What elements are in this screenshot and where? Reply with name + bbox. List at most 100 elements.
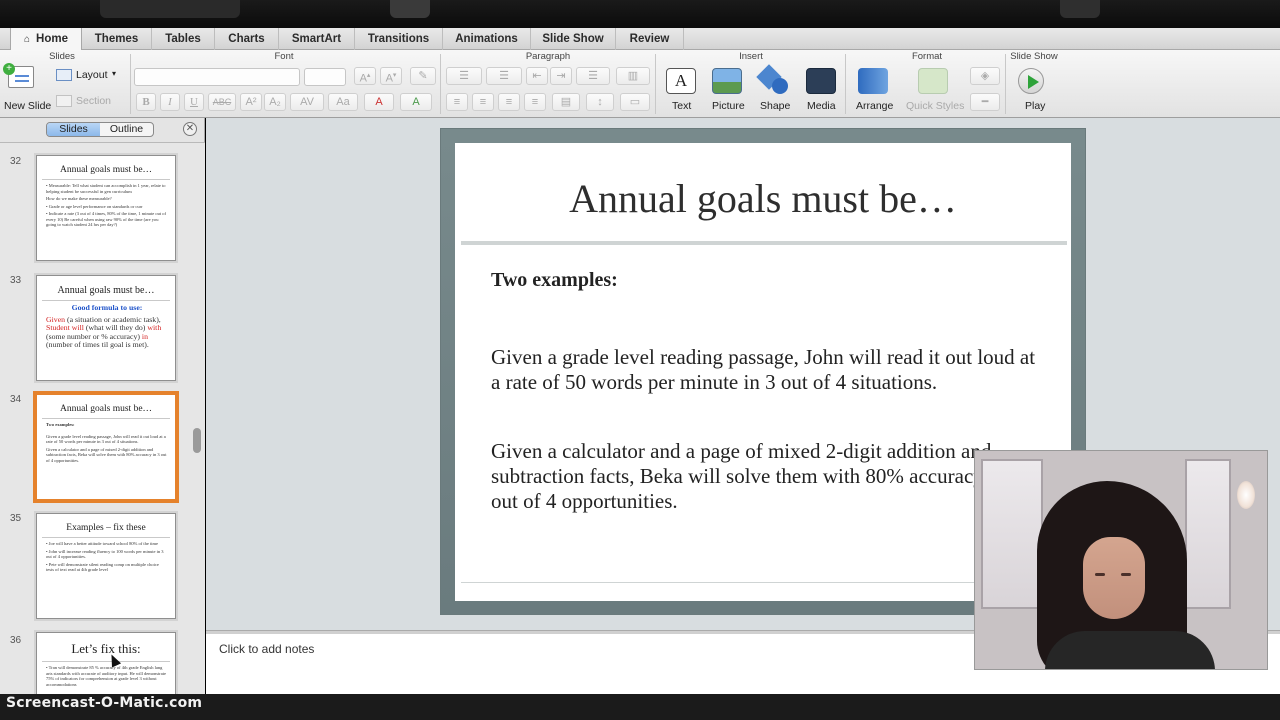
section-button[interactable]: Section xyxy=(56,94,122,110)
tab-outline[interactable]: Outline xyxy=(100,123,153,136)
arrange-button[interactable]: Arrange xyxy=(852,64,902,114)
text-direction-button[interactable]: ↕ xyxy=(586,93,614,111)
clear-format-button[interactable]: ✎ xyxy=(410,67,436,85)
thumb-text: Given a grade level reading passage, Joh… xyxy=(46,433,166,445)
slide-title[interactable]: Annual goals must be… xyxy=(455,175,1071,222)
subscript-button[interactable]: A₂ xyxy=(264,93,286,111)
grow-font-button[interactable]: A▴ xyxy=(354,67,376,85)
tab-transitions[interactable]: Transitions xyxy=(355,28,443,50)
tab-home[interactable]: ⌂ Home xyxy=(10,28,82,51)
text-box-icon: A xyxy=(666,68,696,94)
justify-button[interactable]: ≡ xyxy=(524,93,546,111)
tab-smartart[interactable]: SmartArt xyxy=(279,28,355,50)
highlight-button[interactable]: A xyxy=(400,93,432,111)
tab-charts[interactable]: Charts xyxy=(215,28,279,50)
columns-button[interactable]: ▥ xyxy=(616,67,650,85)
group-title-font: Font xyxy=(274,51,294,62)
insert-picture-button[interactable]: Picture xyxy=(706,64,752,114)
align-right-button[interactable]: ≡ xyxy=(498,93,520,111)
align-center-button[interactable]: ≡ xyxy=(472,93,494,111)
font-size-field[interactable] xyxy=(304,68,346,86)
slide-thumbnail-32[interactable]: Annual goals must be… • Measurable: Tell… xyxy=(36,155,176,261)
insert-text-label: Text xyxy=(672,100,692,112)
font-color-button[interactable]: A xyxy=(364,93,394,111)
bullets-button[interactable]: ☰ xyxy=(446,67,482,85)
group-divider xyxy=(1005,54,1006,114)
slide-thumbnail-33[interactable]: Annual goals must be… Good formula to us… xyxy=(36,275,176,381)
play-button[interactable]: Play xyxy=(1012,64,1060,114)
shape-icon xyxy=(756,64,790,94)
font-name-field[interactable] xyxy=(134,68,300,86)
menu-bar-decoration xyxy=(1060,0,1100,18)
menu-bar-decoration xyxy=(390,0,430,18)
play-icon xyxy=(1018,68,1044,94)
new-slide-label: New Slide xyxy=(4,100,52,112)
group-title-insert: Insert xyxy=(739,51,763,62)
align-text-button[interactable]: ▭ xyxy=(620,93,650,111)
slide-paragraph-1[interactable]: Given a grade level reading passage, Joh… xyxy=(491,345,1041,395)
slide-thumbnail-35[interactable]: Examples – fix these • Joe will have a b… xyxy=(36,513,176,619)
slide-thumbnail-36[interactable]: Let’s fix this: • Tran will demonstrate … xyxy=(36,632,176,694)
underline-button[interactable]: U xyxy=(184,93,204,111)
decrease-indent-button[interactable]: ⇤ xyxy=(526,67,548,85)
shrink-font-button[interactable]: A▾ xyxy=(380,67,402,85)
slide-subtitle[interactable]: Two examples: xyxy=(491,269,618,292)
slide-thumbnail-34[interactable]: Annual goals must be… Two examples: Give… xyxy=(36,394,176,500)
slide-thumbnail-list[interactable]: 32 Annual goals must be… • Measurable: T… xyxy=(0,142,205,694)
tab-review[interactable]: Review xyxy=(616,28,684,50)
thumb-title: Examples – fix these xyxy=(66,523,146,533)
play-label: Play xyxy=(1025,100,1046,112)
insert-shape-button[interactable]: Shape xyxy=(756,64,796,114)
slide-paragraph-2[interactable]: Given a calculator and a page of mixed 2… xyxy=(491,439,1051,514)
change-case-button[interactable]: Aa xyxy=(328,93,358,111)
bold-button[interactable]: B xyxy=(136,93,156,111)
superscript-button[interactable]: A² xyxy=(240,93,262,111)
arrange-icon xyxy=(858,68,888,94)
insert-text-button[interactable]: A Text xyxy=(662,64,702,114)
char-spacing-button[interactable]: AV xyxy=(290,93,324,111)
notes-placeholder[interactable]: Click to add notes xyxy=(219,642,314,656)
sidebar-view-switch: Slides Outline xyxy=(46,122,154,137)
webcam-overlay xyxy=(974,450,1268,670)
thumb-formula-text: Given (a situation or academic task), St… xyxy=(46,315,168,350)
chevron-down-icon: ▾ xyxy=(112,69,117,78)
thumb-title: Annual goals must be… xyxy=(57,285,155,296)
line-spacing-button[interactable]: ☰ xyxy=(576,67,610,85)
quick-styles-button[interactable]: Quick Styles xyxy=(904,64,966,114)
section-icon xyxy=(56,95,72,107)
tab-slides[interactable]: Slides xyxy=(47,123,100,136)
tab-slide-show[interactable]: Slide Show xyxy=(531,28,616,50)
tab-label: Home xyxy=(36,33,68,45)
thumb-body: • Joe will have a better attitude toward… xyxy=(37,538,175,573)
group-title-slides: Slides xyxy=(49,51,75,62)
arrange-label: Arrange xyxy=(856,100,894,112)
thumb-text: • Joe will have a better attitude toward… xyxy=(46,541,159,546)
section-label: Section xyxy=(76,95,112,107)
italic-button[interactable]: I xyxy=(160,93,180,111)
webcam-person-eye xyxy=(1121,573,1131,576)
thumb-text: • John will increase reading fluency to … xyxy=(46,548,164,560)
numbering-button[interactable]: ☰ xyxy=(486,67,522,85)
shape-line-button[interactable]: ━ xyxy=(970,93,1000,111)
webcam-background-lamp xyxy=(1237,481,1255,509)
layout-button[interactable]: Layout ▾ xyxy=(56,68,122,84)
shape-fill-button[interactable]: ◈ xyxy=(970,67,1000,85)
group-divider xyxy=(845,54,846,114)
thumb-text: • Pete will demonstrate silent reading c… xyxy=(46,561,159,573)
text-box-button[interactable]: ▤ xyxy=(552,93,580,111)
sidebar-scrollbar-thumb[interactable] xyxy=(193,428,201,453)
tab-themes[interactable]: Themes xyxy=(82,28,152,50)
close-sidebar-button[interactable]: ✕ xyxy=(183,122,197,136)
tab-animations[interactable]: Animations xyxy=(443,28,531,50)
thumb-number: 35 xyxy=(10,513,22,524)
align-left-button[interactable]: ≡ xyxy=(446,93,468,111)
thumb-formula-heading: Good formula to use: xyxy=(71,303,143,312)
new-slide-button[interactable]: + New Slide xyxy=(2,63,52,114)
group-title-paragraph: Paragraph xyxy=(525,51,571,62)
increase-indent-button[interactable]: ⇥ xyxy=(550,67,572,85)
layout-label: Layout xyxy=(76,69,108,81)
insert-media-button[interactable]: Media xyxy=(800,64,842,114)
tab-tables[interactable]: Tables xyxy=(152,28,215,50)
thumb-title: Annual goals must be… xyxy=(59,404,153,414)
strikethrough-button[interactable]: ABC xyxy=(208,93,236,111)
